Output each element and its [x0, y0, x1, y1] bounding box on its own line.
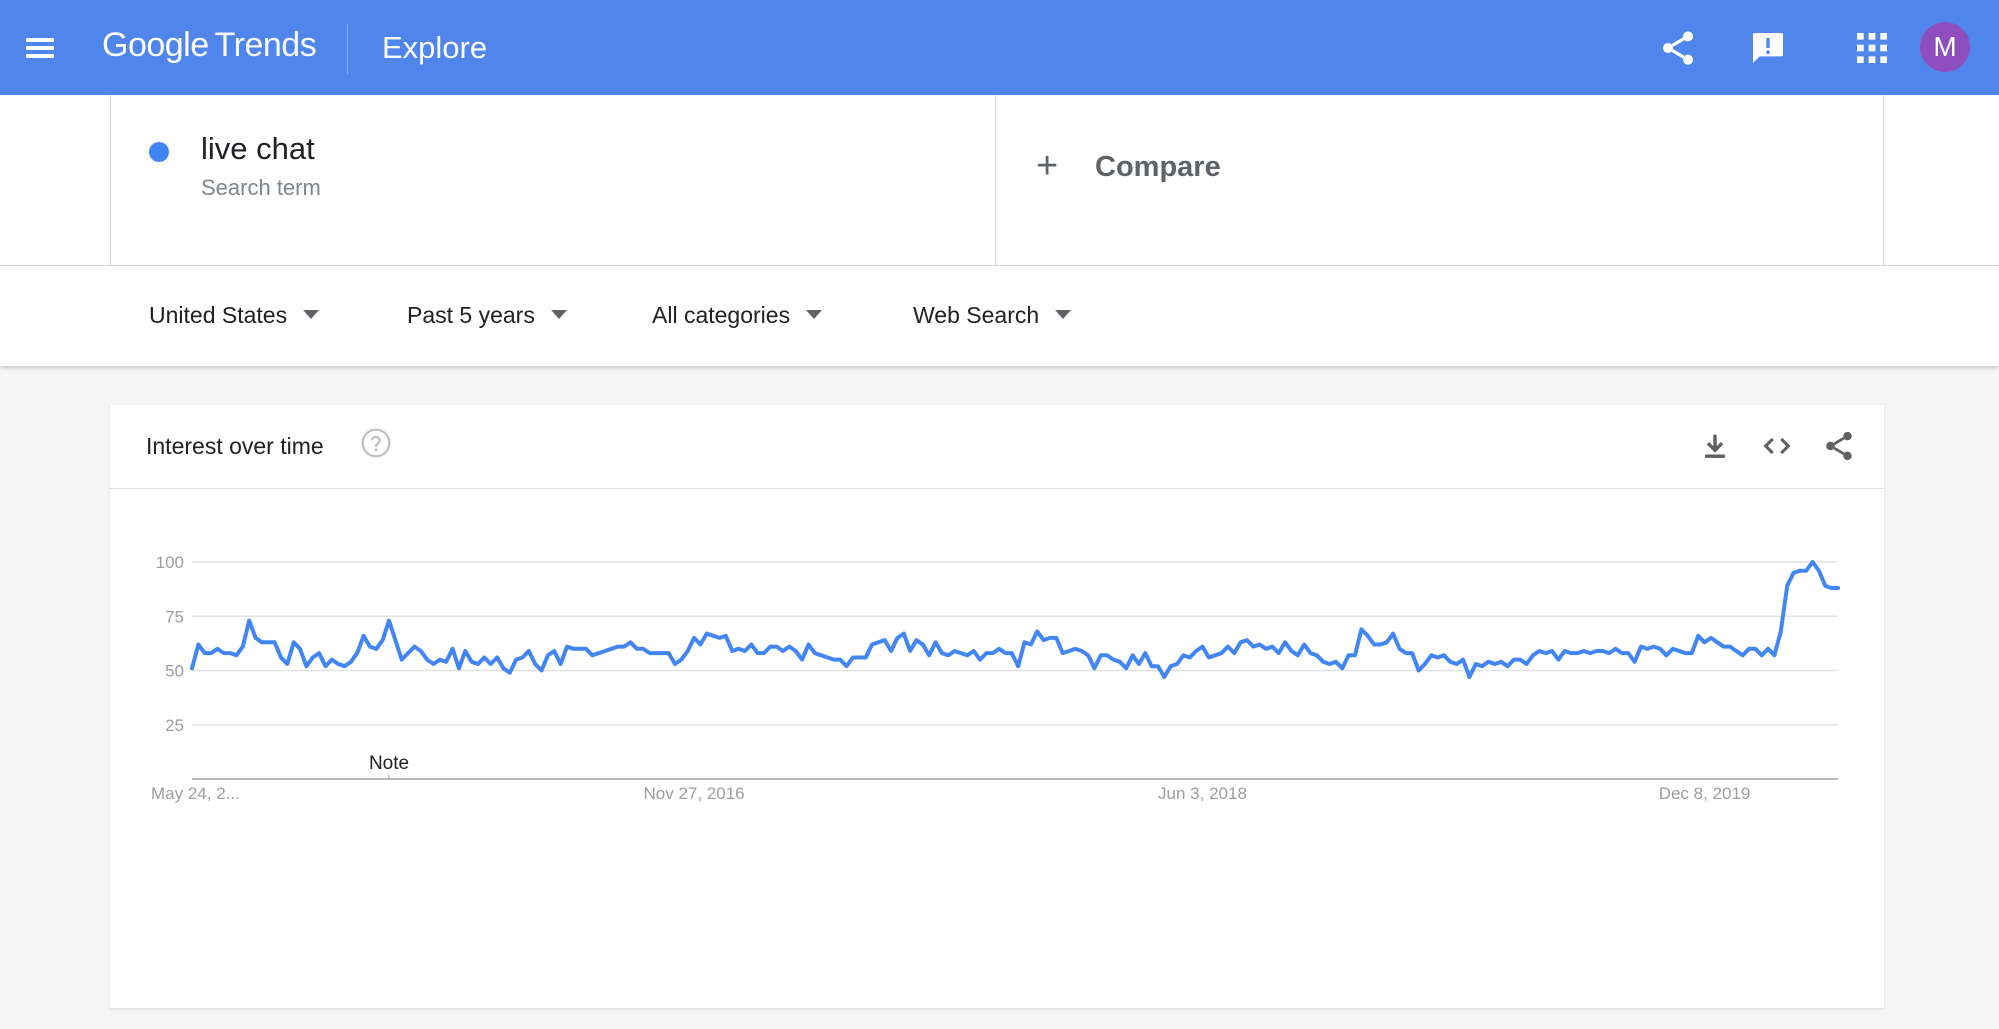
search-property-dropdown-label: Web Search — [913, 302, 1040, 328]
compare-label: Compare — [1095, 151, 1221, 183]
embed-icon[interactable] — [1760, 429, 1794, 463]
category-dropdown[interactable]: All categories — [652, 302, 823, 332]
card-title: Interest over time — [146, 433, 324, 459]
caret-down-icon — [303, 310, 320, 320]
search-property-dropdown[interactable]: Web Search — [913, 302, 1072, 332]
menu-icon[interactable] — [22, 30, 58, 66]
region-dropdown-label: United States — [149, 302, 288, 328]
y-tick-label: 25 — [165, 716, 184, 735]
header-divider — [347, 24, 348, 74]
time-range-dropdown-label: Past 5 years — [407, 302, 535, 328]
caret-down-icon — [1055, 310, 1072, 320]
download-icon[interactable] — [1698, 429, 1732, 463]
google-trends-logo[interactable]: Google Trends — [102, 26, 317, 65]
caret-down-icon — [550, 310, 567, 320]
help-icon[interactable] — [360, 427, 392, 459]
y-tick-label: 100 — [156, 553, 184, 572]
x-tick-label: Nov 27, 2016 — [643, 784, 744, 803]
time-range-dropdown[interactable]: Past 5 years — [407, 302, 567, 332]
logo-trends-text: Trends — [214, 26, 317, 64]
share-icon[interactable] — [1658, 28, 1698, 68]
search-term-name[interactable]: live chat — [201, 131, 315, 167]
y-tick-label: 50 — [165, 662, 184, 681]
x-tick-label: May 24, 2... — [151, 784, 240, 803]
chart-annotation: Note — [369, 753, 409, 774]
plus-icon: + — [1036, 145, 1059, 187]
region-dropdown[interactable]: United States — [149, 302, 320, 332]
avatar[interactable]: M — [1920, 22, 1970, 72]
compare-button[interactable]: + Compare — [996, 95, 1884, 266]
interest-over-time-chart[interactable]: 25 50 75 100 May 24, 2... Nov 27, 2016 Jun 3, … — [110, 489, 1884, 1008]
category-dropdown-label: All categories — [652, 302, 791, 328]
card-header: Interest over time — [110, 405, 1884, 489]
search-term-card[interactable]: live chat Search term — [110, 95, 996, 266]
share-icon[interactable] — [1822, 429, 1856, 463]
top-app-bar: Google Trends Explore M — [0, 0, 1999, 95]
apps-icon[interactable] — [1852, 28, 1892, 68]
page-title: Explore — [382, 30, 488, 65]
series-line — [190, 560, 1840, 679]
feedback-icon[interactable] — [1748, 28, 1788, 68]
caret-down-icon — [806, 310, 823, 320]
term-color-dot — [149, 142, 169, 162]
search-term-subtitle: Search term — [201, 175, 321, 200]
logo-google-text: Google — [102, 26, 209, 64]
filter-bar: United States Past 5 years All categorie… — [0, 266, 1999, 366]
x-tick-label: Dec 8, 2019 — [1659, 784, 1751, 803]
search-terms-panel: live chat Search term + Compare — [0, 95, 1999, 266]
x-tick-label: Jun 3, 2018 — [1158, 784, 1247, 803]
interest-over-time-card: Interest over time 25 50 75 100 May 24, 2...… — [110, 405, 1884, 1008]
y-tick-label: 75 — [165, 607, 184, 626]
